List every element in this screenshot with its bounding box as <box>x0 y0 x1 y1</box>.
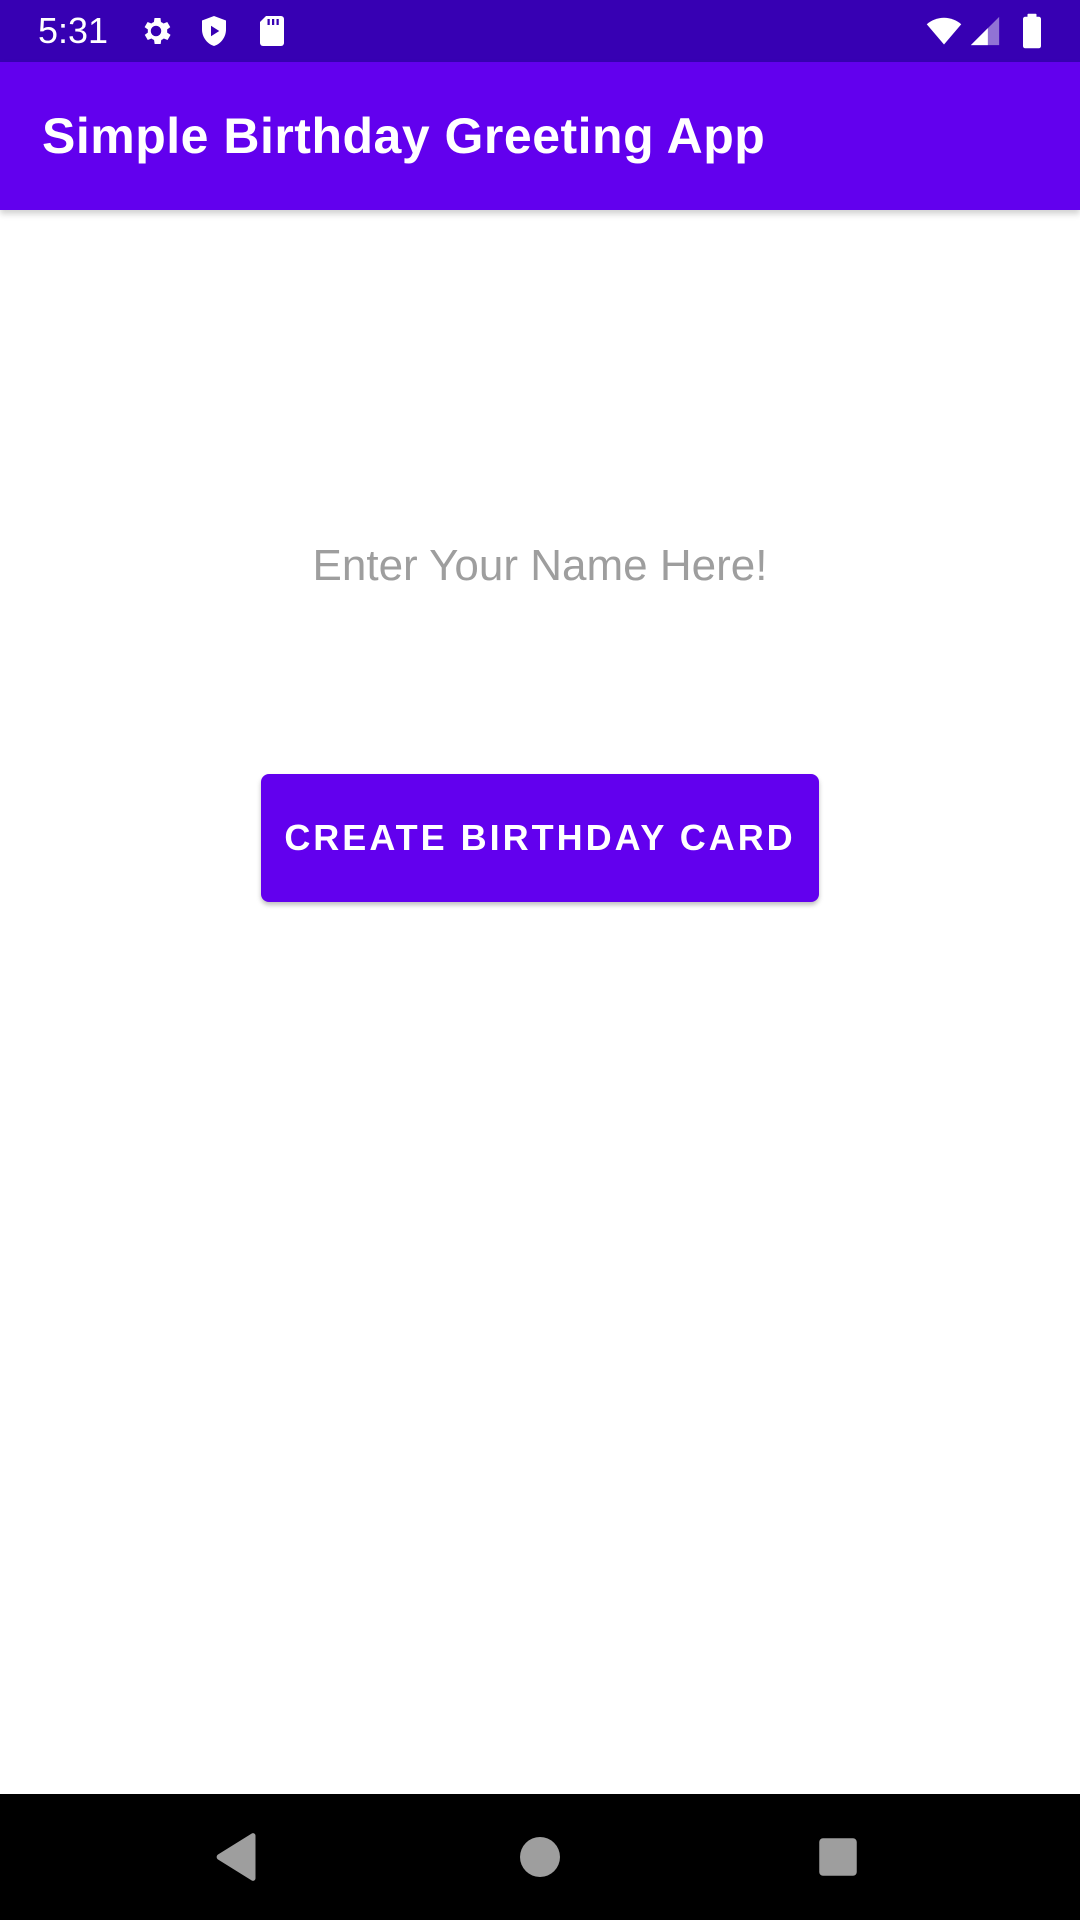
recents-icon[interactable] <box>808 1827 868 1887</box>
shield-play-icon <box>196 13 232 49</box>
gear-icon <box>138 13 174 49</box>
cell-signal-icon <box>968 13 1002 49</box>
home-icon[interactable] <box>510 1827 570 1887</box>
status-time: 5:31 <box>38 10 109 51</box>
back-icon[interactable] <box>208 1827 268 1887</box>
create-birthday-card-button[interactable]: CREATE BIRTHDAY CARD <box>261 774 819 902</box>
navigation-bar <box>0 1794 1080 1920</box>
app-title: Simple Birthday Greeting App <box>42 108 766 164</box>
status-bar: 5:31 <box>0 0 1080 62</box>
app-bar: Simple Birthday Greeting App <box>0 62 1080 210</box>
sd-card-icon <box>254 13 290 49</box>
battery-icon <box>1016 13 1048 49</box>
wifi-icon <box>924 13 964 49</box>
name-input[interactable] <box>240 526 840 606</box>
